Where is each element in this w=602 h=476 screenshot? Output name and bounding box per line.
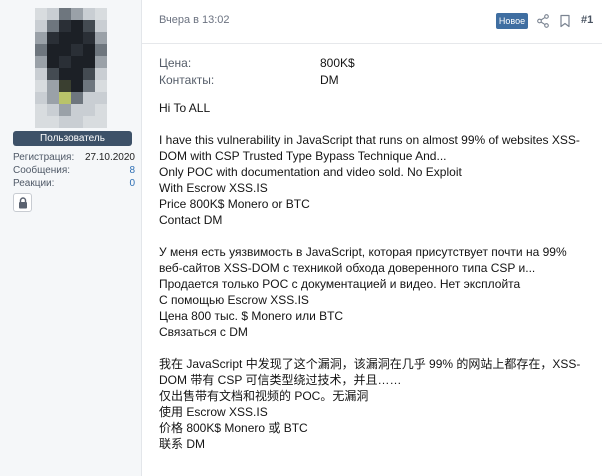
body-line: С помощью Escrow XSS.IS (159, 293, 309, 307)
body-line: У меня есть уязвимость в JavaScript, кот… (159, 245, 567, 259)
stat-reactions: Реакции: 0 (13, 177, 135, 190)
body-line: DOM 带有 CSP 可信类型绕过技术，并且…… (159, 373, 402, 387)
user-sidebar: Пользователь Регистрация: 27.10.2020 Соо… (0, 0, 142, 476)
lock-button[interactable] (13, 193, 32, 212)
russian-paragraph: У меня есть уязвимость в JavaScript, кот… (159, 244, 594, 340)
stat-label: Регистрация: (13, 152, 75, 163)
field-value: DM (320, 73, 339, 87)
user-role-badge: Пользователь (13, 131, 132, 146)
body-line: 价格 800K$ Monero 或 BTC (159, 421, 308, 435)
field-label: Контакты: (159, 73, 215, 87)
body-line: I have this vulnerability in JavaScript … (159, 133, 580, 147)
field-price: Цена: 800K$ (159, 55, 579, 72)
stat-registration: Регистрация: 27.10.2020 (13, 151, 135, 164)
post-timestamp[interactable]: Вчера в 13:02 (159, 14, 230, 26)
body-line: 仅出售带有文档和视频的 POC。无漏洞 (159, 389, 369, 403)
body-line: Связаться с DM (159, 325, 248, 339)
stat-messages: Сообщения: 8 (13, 164, 135, 177)
chinese-paragraph: 我在 JavaScript 中发现了这个漏洞，该漏洞在几乎 99% 的网站上都存… (159, 356, 594, 452)
user-stats: Регистрация: 27.10.2020 Сообщения: 8 Реа… (13, 151, 135, 190)
stat-value[interactable]: 8 (129, 164, 135, 177)
field-contacts: Контакты: DM (159, 72, 579, 89)
lock-icon (19, 197, 27, 209)
bookmark-icon[interactable] (559, 14, 571, 28)
post-fields: Цена: 800K$ Контакты: DM (159, 55, 579, 89)
body-line: 我在 JavaScript 中发现了这个漏洞，该漏洞在几乎 99% 的网站上都存… (159, 357, 581, 371)
post-body: Hi To ALL I have this vulnerability in J… (159, 100, 594, 468)
field-label: Цена: (159, 56, 192, 70)
post: Вчера в 13:02 Новое #1 Цена: 800K$ Конта… (142, 0, 602, 476)
body-line: Price 800K$ Monero or BTC (159, 197, 310, 211)
field-value: 800K$ (320, 56, 355, 70)
stat-value: 27.10.2020 (84, 152, 135, 163)
post-header: Вчера в 13:02 Новое #1 (142, 0, 602, 44)
body-line: 联系 DM (159, 437, 205, 451)
new-badge: Новое (496, 13, 528, 29)
stat-label: Реакции: (13, 178, 55, 189)
body-line: Продается только POC с документацией и в… (159, 277, 521, 291)
stat-value[interactable]: 0 (129, 177, 135, 190)
english-paragraph: I have this vulnerability in JavaScript … (159, 132, 594, 228)
body-line: Цена 800 тыс. $ Monero или BTC (159, 309, 344, 323)
body-line: With Escrow XSS.IS (159, 181, 268, 195)
body-line: веб-сайтов XSS-DOM с техникой обхода дов… (159, 261, 536, 275)
body-line: Contact DM (159, 213, 223, 227)
stat-label: Сообщения: (13, 165, 71, 176)
greeting-line: Hi To ALL (159, 101, 211, 115)
post-number[interactable]: #1 (581, 14, 593, 26)
body-line: 使用 Escrow XSS.IS (159, 405, 268, 419)
greeting-paragraph: Hi To ALL (159, 100, 594, 116)
avatar[interactable] (35, 8, 107, 128)
share-icon[interactable] (537, 14, 549, 28)
body-line: DOM with CSP Trusted Type Bypass Techniq… (159, 149, 447, 163)
body-line: Only POC with documentation and video so… (159, 165, 462, 179)
